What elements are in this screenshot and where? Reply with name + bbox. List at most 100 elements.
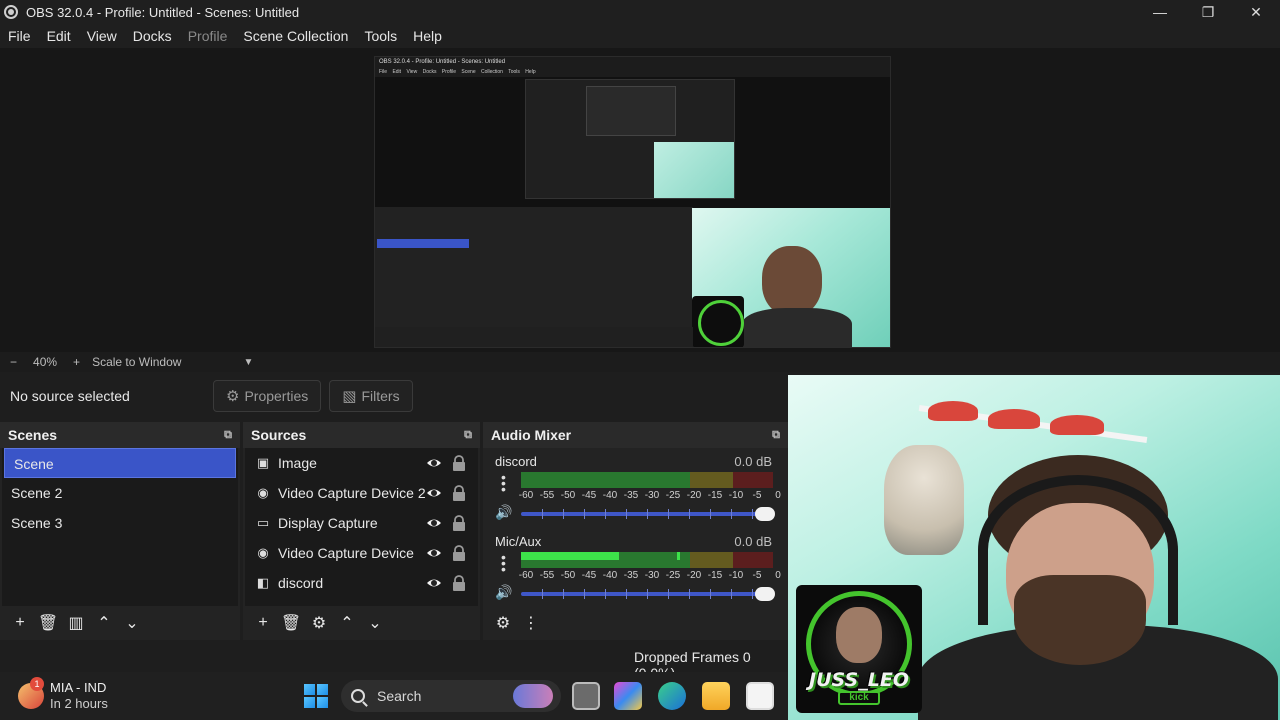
file-explorer-icon[interactable] xyxy=(702,682,730,710)
eye-icon[interactable] xyxy=(426,485,442,501)
menu-tools[interactable]: Tools xyxy=(356,24,405,48)
camera-icon: ◉ xyxy=(257,485,269,500)
taskbar-search[interactable]: Search xyxy=(341,680,561,712)
channel-logo: JUSS_LEO kick xyxy=(796,585,922,713)
volume-slider[interactable] xyxy=(521,587,775,601)
speaker-icon[interactable]: 🔊 xyxy=(495,584,512,601)
eye-icon[interactable] xyxy=(426,575,442,591)
edge-browser-icon[interactable] xyxy=(658,682,686,710)
weather-icon: 1 xyxy=(18,677,44,709)
scene-item-scene-3[interactable]: Scene 3 xyxy=(2,508,238,538)
source-item[interactable]: ◧ discord xyxy=(245,568,478,598)
speaker-icon[interactable]: 🔊 xyxy=(495,504,512,521)
minimize-button[interactable]: — xyxy=(1136,0,1184,24)
close-button[interactable]: ✕ xyxy=(1232,0,1280,24)
gear-icon[interactable]: ⚙ xyxy=(305,609,333,637)
logo-kick: kick xyxy=(838,691,880,705)
add-scene-button[interactable]: + xyxy=(6,609,34,637)
add-source-button[interactable]: + xyxy=(249,609,277,637)
lock-icon[interactable] xyxy=(452,485,466,501)
eye-icon[interactable] xyxy=(426,455,442,471)
audio-mixer-header: Audio Mixer ⧉ xyxy=(483,422,788,448)
slider-tick xyxy=(584,509,585,519)
chevron-down-icon[interactable]: ▼ xyxy=(243,357,253,368)
menu-edit[interactable]: Edit xyxy=(39,24,79,48)
scale-mode-select[interactable]: Scale to Window xyxy=(92,355,181,369)
window-title: OBS 32.0.4 - Profile: Untitled - Scenes:… xyxy=(26,4,300,20)
preview-canvas[interactable]: OBS 32.0.4 - Profile: Untitled - Scenes:… xyxy=(374,56,891,348)
channel-menu-icon[interactable]: • • • xyxy=(501,470,506,496)
menu-view[interactable]: View xyxy=(79,24,125,48)
source-item[interactable]: ◉ Video Capture Device xyxy=(245,538,478,568)
mixer-menu-icon[interactable]: ⋮ xyxy=(517,609,545,637)
task-view-icon[interactable] xyxy=(572,682,600,710)
tick-label: -40 xyxy=(602,570,618,581)
windows-start-icon[interactable] xyxy=(304,684,328,708)
tick-label: -25 xyxy=(665,570,681,581)
copilot-icon[interactable] xyxy=(614,682,642,710)
slider-tick xyxy=(605,509,606,519)
search-label: Search xyxy=(377,688,422,704)
eye-icon[interactable] xyxy=(426,545,442,561)
tick-label: -40 xyxy=(602,490,618,501)
properties-button[interactable]: ⚙ Properties xyxy=(213,380,322,412)
source-item[interactable]: ◉ Video Capture Device 2 xyxy=(245,478,478,508)
source-item[interactable]: ▭ Display Capture xyxy=(245,508,478,538)
trash-icon[interactable]: 🗑 xyxy=(34,609,62,637)
trash-icon[interactable]: 🗑 xyxy=(277,609,305,637)
tick-label: -45 xyxy=(581,490,597,501)
weather-widget[interactable]: 1 MIA - IND In 2 hours xyxy=(18,677,108,712)
zoom-in-button[interactable]: + xyxy=(73,355,80,369)
lock-icon[interactable] xyxy=(452,575,466,591)
scene-filters-icon[interactable]: ▥ xyxy=(62,609,90,637)
lock-icon[interactable] xyxy=(452,545,466,561)
logo-name: JUSS_LEO xyxy=(809,669,909,691)
scenes-dock: Scenes ⧉ Scene Scene 2 Scene 3 + 🗑 ▥ ⌃ ⌄ xyxy=(0,422,240,640)
volume-slider[interactable] xyxy=(521,507,775,521)
maximize-button[interactable]: ❐ xyxy=(1184,0,1232,24)
source-item[interactable]: ▣ Image xyxy=(245,448,478,478)
advanced-audio-gear-icon[interactable]: ⚙ xyxy=(489,609,517,637)
context-bar: No source selected ⚙ Properties ▧ Filter… xyxy=(0,372,788,420)
volume-slider-handle[interactable] xyxy=(755,507,775,521)
undock-icon[interactable]: ⧉ xyxy=(224,429,232,442)
slider-tick xyxy=(542,509,543,519)
meter-zone xyxy=(689,552,733,568)
menu-help[interactable]: Help xyxy=(405,24,450,48)
scene-item-scene-2[interactable]: Scene 2 xyxy=(2,478,238,508)
menu-scene-collection[interactable]: Scene Collection xyxy=(235,24,356,48)
volume-slider-handle[interactable] xyxy=(755,587,775,601)
slider-tick xyxy=(752,509,753,519)
filters-button[interactable]: ▧ Filters xyxy=(329,380,413,412)
lock-icon[interactable] xyxy=(452,455,466,471)
move-up-icon[interactable]: ⌃ xyxy=(333,609,361,637)
properties-label: Properties xyxy=(244,388,309,404)
tick-label: -20 xyxy=(686,570,702,581)
microsoft-store-icon[interactable] xyxy=(746,682,774,710)
tick-label: -10 xyxy=(728,570,744,581)
meter-ticks: -60 -55 -50 -45 -40 -35 -30 -25 -20 -15 -10 -5 0 xyxy=(518,490,781,502)
sources-dock: Sources ⧉ ▣ Image ◉ Video Capture Device 2 ▭… xyxy=(243,422,480,640)
dog-statue xyxy=(884,445,964,555)
status-bar: Dropped Frames 0 (0.0%) xyxy=(0,640,788,681)
zoom-out-button[interactable]: − xyxy=(10,355,17,369)
tick-label: -10 xyxy=(728,490,744,501)
slider-tick xyxy=(710,589,711,599)
meter-zone xyxy=(732,552,773,568)
move-up-icon[interactable]: ⌃ xyxy=(90,609,118,637)
scene-item-scene[interactable]: Scene xyxy=(4,448,236,478)
nested-taskbar xyxy=(375,327,693,347)
slider-tick xyxy=(731,509,732,519)
menu-docks[interactable]: Docks xyxy=(125,24,180,48)
lock-icon[interactable] xyxy=(452,515,466,531)
eye-icon[interactable] xyxy=(426,515,442,531)
weather-text: MIA - IND In 2 hours xyxy=(50,680,108,712)
undock-icon[interactable]: ⧉ xyxy=(464,429,472,442)
tick-label: -35 xyxy=(623,570,639,581)
undock-icon[interactable]: ⧉ xyxy=(772,429,780,442)
menu-file[interactable]: File xyxy=(0,24,39,48)
channel-menu-icon[interactable]: • • • xyxy=(501,550,506,576)
move-down-icon[interactable]: ⌄ xyxy=(361,609,389,637)
menu-profile[interactable]: Profile xyxy=(180,24,236,48)
move-down-icon[interactable]: ⌄ xyxy=(118,609,146,637)
